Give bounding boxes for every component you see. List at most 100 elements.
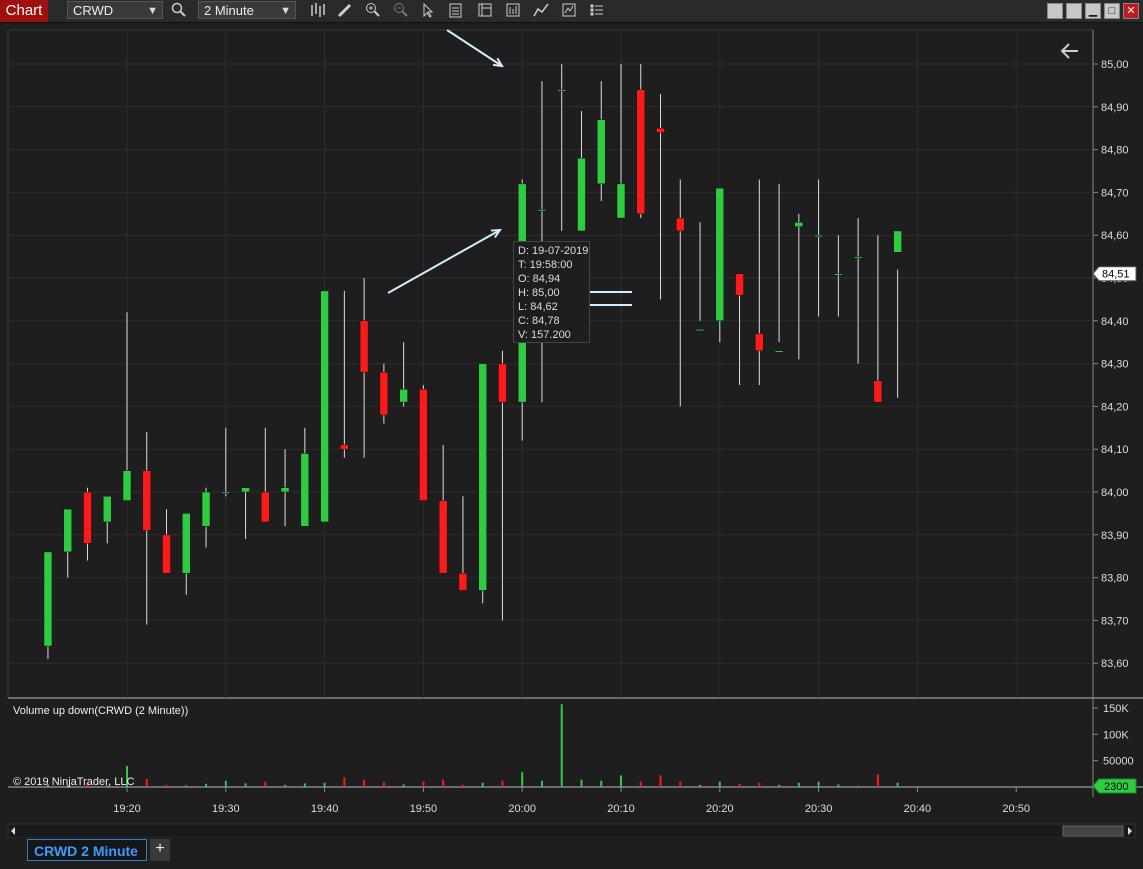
candle-body (596, 119, 606, 185)
candle-body (280, 487, 290, 493)
interval-selector[interactable]: 2 Minute ▼ (198, 1, 296, 19)
candle-body (458, 573, 468, 591)
price-tick-label: 84,40 (1101, 316, 1129, 328)
candle-body (853, 256, 863, 259)
window-button-a-icon[interactable] (1047, 3, 1063, 19)
price-tick-label: 84,70 (1101, 187, 1129, 199)
tab-crwd-2-minute[interactable]: CRWD 2 Minute (27, 839, 147, 861)
current-volume-label: 2300 (1104, 781, 1128, 793)
candle-body (774, 350, 784, 353)
price-tick-label: 84,00 (1101, 487, 1129, 499)
toolbar: Chart CRWD ▼ 2 Minute ▼ ▁ □ ✕ (0, 0, 1143, 23)
volume-tick-label: 100K (1103, 729, 1129, 741)
current-price-label: 84,51 (1102, 269, 1130, 281)
candle-body (715, 187, 725, 322)
chart-trader-icon[interactable] (504, 2, 522, 20)
candle-body (537, 209, 547, 212)
high-annotation-arrow (446, 29, 503, 67)
tooltip-time: T: 19:58:00 (518, 259, 573, 271)
time-tick-label: 20:30 (805, 803, 833, 815)
price-tick-label: 84,20 (1101, 401, 1129, 413)
candle-body (320, 290, 329, 523)
time-tick-label: 19:30 (212, 803, 240, 815)
candle-body (814, 234, 823, 237)
candle-body (300, 453, 310, 527)
low-annotation-arrow (387, 229, 501, 294)
data-box-icon[interactable] (447, 2, 465, 20)
strategies-icon[interactable] (532, 2, 550, 20)
search-icon[interactable] (170, 2, 188, 20)
price-tick-label: 83,60 (1101, 658, 1129, 670)
tooltip-high: H: 85,00 (518, 287, 560, 299)
candle-body (201, 491, 211, 527)
price-tick-label: 84,60 (1101, 230, 1129, 242)
interval-value: 2 Minute (204, 3, 254, 18)
candle-body (102, 496, 112, 523)
indicators-icon[interactable] (560, 2, 578, 20)
candle-body (834, 273, 843, 276)
chevron-down-icon: ▼ (147, 5, 158, 17)
instrument-selector[interactable]: CRWD ▼ (67, 1, 163, 19)
window-button-b-icon[interactable] (1066, 3, 1082, 19)
candle-body (478, 363, 487, 591)
candle-body (656, 127, 665, 133)
zoom-out-icon[interactable] (392, 2, 410, 20)
candle-body (873, 380, 883, 403)
candle-body (695, 329, 705, 332)
chevron-down-icon: ▼ (280, 5, 291, 17)
drawing-tool-icon[interactable] (336, 2, 354, 20)
time-tick-label: 20:40 (904, 803, 932, 815)
chart-title-tab[interactable]: Chart (0, 0, 48, 22)
candle-body (735, 273, 744, 296)
bar-type-icon[interactable] (308, 2, 326, 20)
candle-body (794, 222, 804, 227)
properties-icon[interactable] (476, 2, 494, 20)
price-tick-label: 83,90 (1101, 530, 1129, 542)
minimize-icon[interactable]: ▁ (1085, 3, 1101, 19)
candle-body (142, 470, 152, 531)
candle-body (498, 363, 507, 403)
tooltip-close: C: 84,78 (518, 315, 560, 327)
candle-body (83, 491, 92, 544)
candle-body (676, 217, 685, 232)
back-arrow-icon (1060, 43, 1078, 59)
maximize-icon[interactable]: □ (1104, 3, 1120, 19)
price-tick-label: 84,10 (1101, 444, 1129, 456)
candles (43, 64, 902, 659)
time-tick-label: 19:20 (113, 803, 141, 815)
copyright-text: © 2019 NinjaTrader, LLC (13, 776, 134, 788)
candle-body (182, 513, 191, 574)
candle-body (43, 551, 53, 647)
candle-body (557, 89, 566, 92)
price-tick-label: 84,90 (1101, 102, 1129, 114)
tooltip-date: D: 19-07-2019 (518, 245, 589, 257)
chart-canvas[interactable]: 85,0084,9084,8084,7084,6084,5084,4084,30… (0, 22, 1143, 860)
candle-body (379, 371, 389, 416)
candle-body (399, 389, 408, 403)
bottom-tab-bar: CRWD 2 Minute + (0, 838, 1143, 869)
price-tick-label: 85,00 (1101, 59, 1129, 71)
instrument-value: CRWD (73, 3, 114, 18)
tooltip-volume: V: 157.200 (518, 329, 571, 341)
volume-tick-label: 150K (1103, 703, 1129, 715)
candle-body (755, 333, 764, 352)
list-icon[interactable] (588, 2, 606, 20)
annotations (387, 29, 1078, 310)
time-tick-label: 19:40 (311, 803, 339, 815)
zoom-in-icon[interactable] (364, 2, 382, 20)
volume-tick-label: 50000 (1103, 756, 1134, 768)
horizontal-scrollbar (7, 823, 1136, 839)
time-tick-label: 19:50 (410, 803, 438, 815)
data-tooltip: D: 19-07-2019 T: 19:58:00 O: 84,94 H: 85… (513, 241, 590, 343)
candle-body (636, 89, 646, 215)
add-tab-button[interactable]: + (150, 839, 170, 861)
pointer-icon[interactable] (419, 2, 437, 20)
tooltip-low: L: 84,62 (518, 301, 558, 313)
time-tick-label: 20:50 (1002, 803, 1030, 815)
time-tick-label: 20:10 (607, 803, 635, 815)
grid (7, 29, 1143, 797)
tooltip-open: O: 84,94 (518, 273, 561, 285)
time-tick-label: 20:00 (508, 803, 536, 815)
close-icon[interactable]: ✕ (1123, 3, 1139, 19)
candle-body (438, 500, 448, 574)
